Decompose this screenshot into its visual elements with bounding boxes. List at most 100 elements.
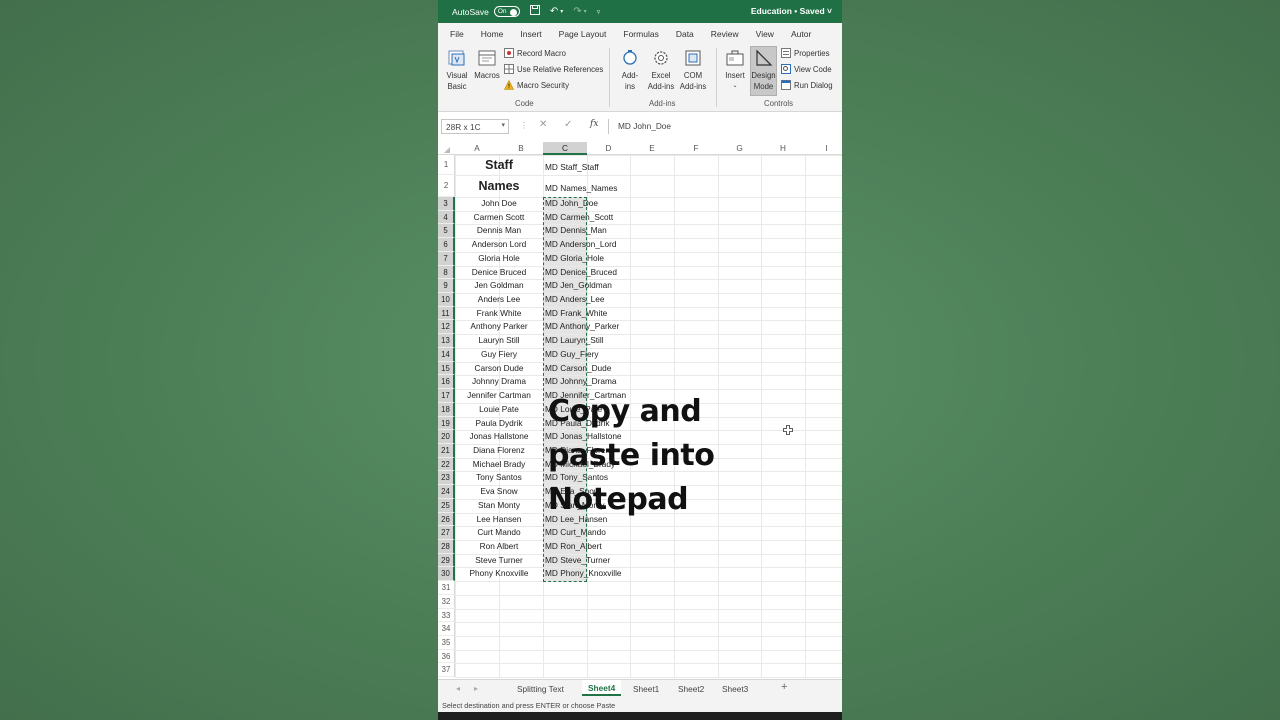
undo-icon[interactable]: ↶ (550, 6, 558, 17)
row-header-8[interactable]: 8 (438, 265, 455, 280)
row-header-37[interactable]: 37 (438, 663, 455, 678)
row-header-33[interactable]: 33 (438, 608, 455, 623)
redo-icon[interactable]: ↷ (573, 6, 581, 17)
row-header-36[interactable]: 36 (438, 649, 455, 664)
name-cell[interactable]: Jennifer Cartman (455, 389, 543, 403)
row-header-17[interactable]: 17 (438, 389, 455, 403)
row-header-31[interactable]: 31 (438, 581, 455, 595)
row-header-15[interactable]: 15 (438, 361, 455, 376)
tab-file[interactable]: File (450, 29, 464, 39)
row-header-34[interactable]: 34 (438, 622, 455, 637)
row-header-24[interactable]: 24 (438, 485, 455, 499)
name-cell[interactable]: Denice Bruced (455, 266, 543, 280)
row-header-20[interactable]: 20 (438, 430, 455, 444)
name-box[interactable]: 28R x 1C ▾ (441, 119, 509, 134)
row-header-19[interactable]: 19 (438, 416, 455, 431)
column-header-d[interactable]: D (587, 142, 630, 155)
scroll-right-icon[interactable]: ▸ (474, 684, 478, 693)
row-header-12[interactable]: 12 (438, 320, 455, 335)
name-cell[interactable]: Johnny Drama (455, 375, 543, 389)
use-relative-references-button[interactable]: Use Relative References (504, 64, 603, 74)
row-header-5[interactable]: 5 (438, 224, 455, 239)
row-header-26[interactable]: 26 (438, 512, 455, 527)
row-header-11[interactable]: 11 (438, 306, 455, 321)
column-header-c[interactable]: C (543, 142, 587, 155)
tab-home[interactable]: Home (481, 29, 504, 39)
name-cell[interactable]: Anthony Parker (455, 320, 543, 334)
macros-button[interactable]: Macros (473, 48, 501, 81)
record-macro-button[interactable]: Record Macro (504, 48, 566, 58)
select-all-corner[interactable] (438, 142, 455, 155)
row-header-21[interactable]: 21 (438, 443, 455, 458)
tab-view[interactable]: View (756, 29, 774, 39)
row-header-16[interactable]: 16 (438, 375, 455, 390)
visual-basic-button[interactable]: Visual Basic (444, 48, 470, 92)
scroll-left-icon[interactable]: ◂ (456, 684, 460, 693)
name-box-dropdown-icon[interactable]: ▾ (501, 121, 505, 129)
row-header-13[interactable]: 13 (438, 334, 455, 348)
column-header-a[interactable]: A (455, 142, 499, 155)
formula-header-cell[interactable]: MD Staff_Staff (545, 157, 599, 177)
name-cell[interactable]: Lee Hansen (455, 513, 543, 527)
name-cell[interactable]: Anders Lee (455, 293, 543, 307)
design-mode-button[interactable]: Design Mode (750, 48, 777, 92)
autosave-toggle[interactable]: On (493, 6, 520, 17)
name-cell[interactable]: Michael Brady (455, 458, 543, 472)
name-cell[interactable]: Jonas Hallstone (455, 430, 543, 444)
name-cell[interactable]: Gloria Hole (455, 252, 543, 266)
name-cell[interactable]: Curt Mando (455, 526, 543, 540)
enter-icon[interactable]: ✓ (564, 119, 572, 130)
tab-review[interactable]: Review (711, 29, 739, 39)
com-add-ins-button[interactable]: COM Add-ins (677, 48, 709, 92)
name-cell[interactable]: Frank White (455, 307, 543, 321)
name-cell[interactable]: Dennis Man (455, 224, 543, 238)
row-header-18[interactable]: 18 (438, 402, 455, 417)
row-header-28[interactable]: 28 (438, 540, 455, 554)
row-header-25[interactable]: 25 (438, 498, 455, 513)
name-cell[interactable]: Anderson Lord (455, 238, 543, 252)
name-cell[interactable]: Steve Turner (455, 554, 543, 568)
name-cell[interactable]: Stan Monty (455, 499, 543, 513)
name-cell[interactable]: Tony Santos (455, 471, 543, 485)
row-header-4[interactable]: 4 (438, 210, 455, 225)
name-cell[interactable]: Carmen Scott (455, 211, 543, 225)
customize-toolbar-icon[interactable]: ▿ (597, 8, 601, 16)
properties-button[interactable]: Properties (781, 48, 830, 58)
formula-bar-grip-icon[interactable]: ⋮ (520, 121, 528, 130)
row-header-3[interactable]: 3 (438, 197, 455, 211)
tab-automate[interactable]: Autor (791, 29, 811, 39)
row-header-9[interactable]: 9 (438, 279, 455, 294)
header-names-cell[interactable]: Names (455, 175, 543, 197)
row-header-23[interactable]: 23 (438, 471, 455, 486)
name-cell[interactable]: Lauryn Still (455, 334, 543, 348)
row-header-14[interactable]: 14 (438, 347, 455, 362)
cancel-icon[interactable]: ✕ (539, 119, 547, 130)
name-cell[interactable]: John Doe (455, 197, 543, 211)
column-header-g[interactable]: G (718, 142, 761, 155)
tab-formulas[interactable]: Formulas (623, 29, 658, 39)
row-header-32[interactable]: 32 (438, 594, 455, 609)
add-ins-button[interactable]: Add- ins (616, 48, 644, 92)
formula-header-cell[interactable]: MD Names_Names (545, 177, 617, 199)
name-cell[interactable]: Louie Pate (455, 403, 543, 417)
excel-add-ins-button[interactable]: Excel Add-ins (645, 48, 677, 92)
column-header-e[interactable]: E (630, 142, 674, 155)
name-cell[interactable]: Phony Knoxville (455, 567, 543, 581)
row-header-35[interactable]: 35 (438, 636, 455, 650)
name-cell[interactable]: Ron Albert (455, 540, 543, 554)
tab-data[interactable]: Data (676, 29, 694, 39)
header-staff-cell[interactable]: Staff (455, 155, 543, 175)
sheet-tab-splitting-text[interactable]: Splitting Text (517, 684, 564, 694)
tab-insert[interactable]: Insert (520, 29, 541, 39)
macro-security-button[interactable]: Macro Security (504, 80, 569, 90)
name-cell[interactable]: Eva Snow (455, 485, 543, 499)
row-header-1[interactable]: 1 (438, 155, 455, 175)
name-cell[interactable]: Paula Dydrik (455, 417, 543, 431)
row-header-6[interactable]: 6 (438, 238, 455, 252)
sheet-tab-sheet4[interactable]: Sheet4 (582, 680, 622, 696)
row-header-10[interactable]: 10 (438, 293, 455, 307)
row-header-2[interactable]: 2 (438, 175, 455, 197)
add-sheet-icon[interactable]: + (781, 681, 787, 693)
column-header-f[interactable]: F (674, 142, 718, 155)
column-header-b[interactable]: B (499, 142, 543, 155)
